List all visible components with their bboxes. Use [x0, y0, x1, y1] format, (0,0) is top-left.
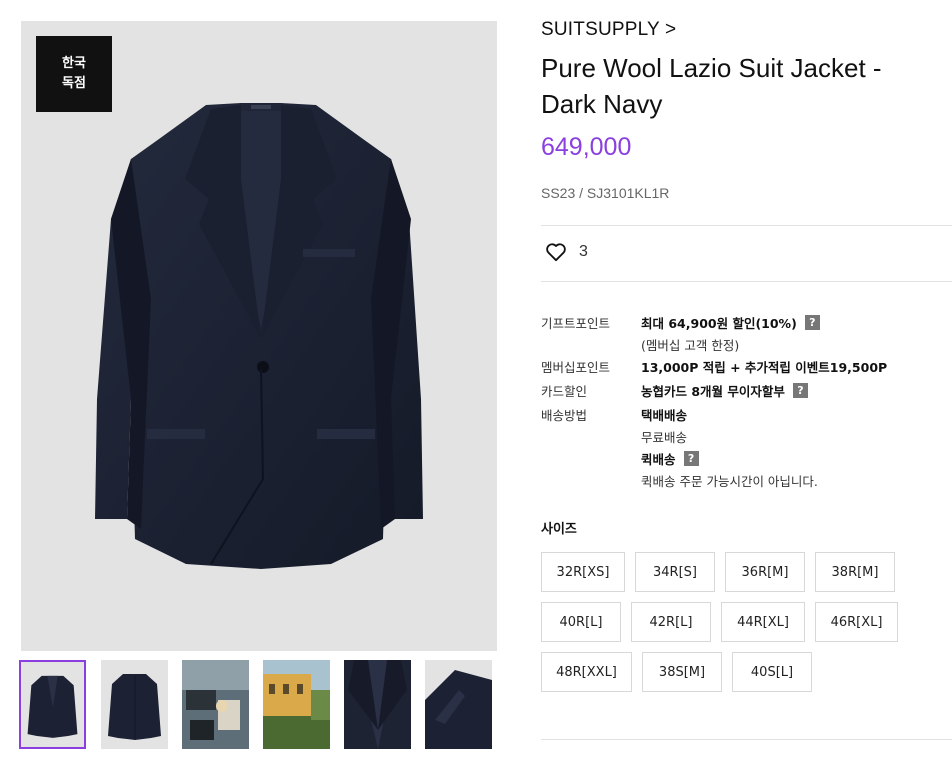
- divider: [541, 281, 952, 282]
- thumbnail-jacket-front[interactable]: [19, 660, 86, 749]
- size-option[interactable]: 38S[M]: [642, 652, 722, 692]
- product-code: SS23 / SJ3101KL1R: [541, 185, 670, 201]
- shipping-quick-text: 퀵배송: [641, 452, 676, 467]
- product-main-image[interactable]: 한국 독점: [21, 21, 497, 651]
- membership-point-label: 멤버십포인트: [541, 360, 611, 375]
- thumbnail-villa-photo[interactable]: [263, 660, 330, 749]
- size-section-title: 사이즈: [541, 522, 577, 537]
- card-discount-value: 농협카드 8개월 무이자할부 ?: [641, 381, 808, 400]
- membership-point-value: 13,000P 적립 + 추가적립 이벤트19,500P: [641, 360, 888, 375]
- divider: [541, 225, 952, 226]
- question-icon[interactable]: ?: [683, 451, 699, 466]
- jacket-image: [95, 103, 423, 569]
- size-option[interactable]: 40S[L]: [732, 652, 812, 692]
- divider: [541, 739, 952, 740]
- size-option[interactable]: 42R[L]: [631, 602, 711, 642]
- shipping-quick: 퀵배송 ?: [641, 449, 699, 468]
- shipping-parcel: 택배배송: [641, 408, 688, 423]
- gift-point-text: 최대 64,900원 할인(10%): [641, 316, 797, 331]
- card-discount-text: 농협카드 8개월 무이자할부: [641, 384, 785, 399]
- thumbnail-jacket-back[interactable]: [101, 660, 168, 749]
- shipping-quick-note: 퀵배송 주문 가능시간이 아닙니다.: [641, 474, 818, 489]
- size-option[interactable]: 34R[S]: [635, 552, 715, 592]
- question-icon[interactable]: ?: [804, 315, 820, 330]
- size-option[interactable]: 38R[M]: [815, 552, 895, 592]
- product-price: 649,000: [541, 133, 632, 161]
- size-option[interactable]: 40R[L]: [541, 602, 621, 642]
- like-button[interactable]: 3: [545, 242, 588, 262]
- card-discount-label: 카드할인: [541, 384, 588, 399]
- gift-point-label: 기프트포인트: [541, 316, 611, 331]
- question-icon[interactable]: ?: [792, 383, 808, 398]
- shipping-free: 무료배송: [641, 430, 688, 445]
- gift-point-value: 최대 64,900원 할인(10%) ?: [641, 313, 820, 332]
- size-option[interactable]: 44R[XL]: [721, 602, 805, 642]
- like-count: 3: [579, 243, 588, 260]
- product-title: Pure Wool Lazio Suit Jacket - Dark Navy: [541, 53, 882, 119]
- heart-icon: [546, 243, 566, 262]
- thumbnail-shoulder-closeup[interactable]: [425, 660, 492, 749]
- size-option[interactable]: 32R[XS]: [541, 552, 625, 592]
- size-option[interactable]: 36R[M]: [725, 552, 805, 592]
- shipping-method-label: 배송방법: [541, 408, 588, 423]
- size-option[interactable]: 48R[XXL]: [541, 652, 632, 692]
- gift-point-note: (멤버십 고객 한정): [641, 338, 740, 353]
- brand-link[interactable]: SUITSUPPLY >: [541, 19, 676, 41]
- thumbnail-workshop-photo[interactable]: [182, 660, 249, 749]
- size-option[interactable]: 46R[XL]: [815, 602, 898, 642]
- thumbnail-strip: [19, 660, 499, 750]
- product-info: SUITSUPPLY > Pure Wool Lazio Suit Jacket…: [541, 0, 952, 759]
- thumbnail-lapel-closeup[interactable]: [344, 660, 411, 749]
